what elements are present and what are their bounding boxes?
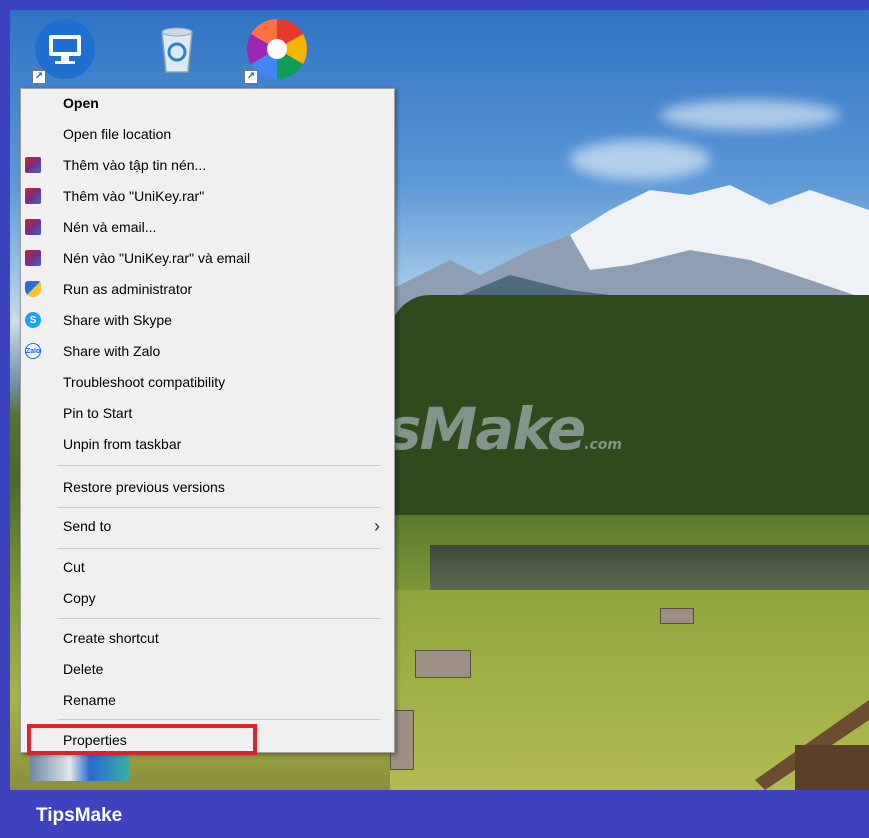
menu-separator [57,618,380,619]
zalo-icon: Zalo [25,343,41,359]
menu-item-label: Open file location [63,126,172,142]
lake [430,545,869,590]
hut [660,608,694,624]
winrar-icon [25,157,41,173]
properties-highlight-box [27,724,257,755]
menu-item-troubleshoot-compatibility[interactable]: Troubleshoot compatibility [21,368,394,396]
menu-item-cut[interactable]: Cut [21,553,394,581]
menu-item-winrar-add-unikey[interactable]: Thêm vào "UniKey.rar" [21,182,394,210]
picasa-icon[interactable]: ↗ [244,18,308,84]
recycle-bin-icon[interactable] [146,18,208,80]
menu-separator [57,465,380,466]
winrar-icon [25,250,41,266]
menu-item-copy[interactable]: Copy [21,584,394,612]
menu-item-label: Thêm vào "UniKey.rar" [63,188,205,204]
menu-item-label: Nén vào "UniKey.rar" và email [63,250,251,266]
menu-item-label: Unpin from taskbar [63,436,182,452]
menu-item-label: Restore previous versions [63,479,225,495]
winrar-icon [25,188,41,204]
cloud [570,140,710,180]
menu-item-restore-previous-versions[interactable]: Restore previous versions [21,473,394,501]
menu-item-send-to[interactable]: Send to › [21,512,394,540]
menu-item-label: Troubleshoot compatibility [63,374,226,390]
menu-item-create-shortcut[interactable]: Create shortcut [21,624,394,652]
menu-item-label: Rename [63,692,116,708]
menu-item-share-skype[interactable]: S Share with Skype [21,306,394,334]
menu-item-label: Delete [63,661,104,677]
menu-item-label: Share with Zalo [63,343,161,359]
menu-item-label: Send to [63,518,112,534]
shortcut-arrow-icon: ↗ [32,70,46,84]
menu-item-rename[interactable]: Rename [21,686,394,714]
menu-item-label: Copy [63,590,96,606]
menu-separator [57,719,380,720]
winrar-icon [25,219,41,235]
monitor-icon[interactable]: ↗ [32,18,96,84]
menu-item-label: Create shortcut [63,630,159,646]
hut [415,650,471,678]
menu-item-delete[interactable]: Delete [21,655,394,683]
menu-item-label: Run as administrator [63,281,193,297]
uac-shield-icon [25,281,41,297]
menu-item-label: Pin to Start [63,405,133,421]
menu-item-winrar-compress-unikey-email[interactable]: Nén vào "UniKey.rar" và email [21,244,394,272]
menu-item-label: Open [63,95,99,111]
cloud [660,100,840,130]
menu-item-open[interactable]: Open [21,89,394,117]
menu-item-open-file-location[interactable]: Open file location [21,120,394,148]
menu-separator [57,507,380,508]
menu-item-winrar-add-archive[interactable]: Thêm vào tập tin nén... [21,151,394,179]
menu-item-pin-to-start[interactable]: Pin to Start [21,399,394,427]
menu-item-share-zalo[interactable]: Zalo Share with Zalo [21,337,394,365]
chevron-right-icon: › [374,515,380,536]
menu-item-unpin-from-taskbar[interactable]: Unpin from taskbar [21,430,394,458]
context-menu: Open Open file location Thêm vào tập tin… [20,88,395,753]
menu-item-run-as-administrator[interactable]: Run as administrator [21,275,394,303]
menu-item-label: Cut [63,559,85,575]
footer-brand-label: TipsMake [36,805,123,826]
menu-item-label: Thêm vào tập tin nén... [63,157,207,173]
menu-item-winrar-compress-email[interactable]: Nén và email... [21,213,394,241]
skype-icon: S [25,312,41,328]
menu-separator [57,548,380,549]
menu-item-label: Nén và email... [63,219,157,235]
cabin-roof [755,700,869,790]
menu-item-label: Share with Skype [63,312,172,328]
shortcut-arrow-icon: ↗ [244,70,258,84]
taskbar-peek [30,755,130,781]
